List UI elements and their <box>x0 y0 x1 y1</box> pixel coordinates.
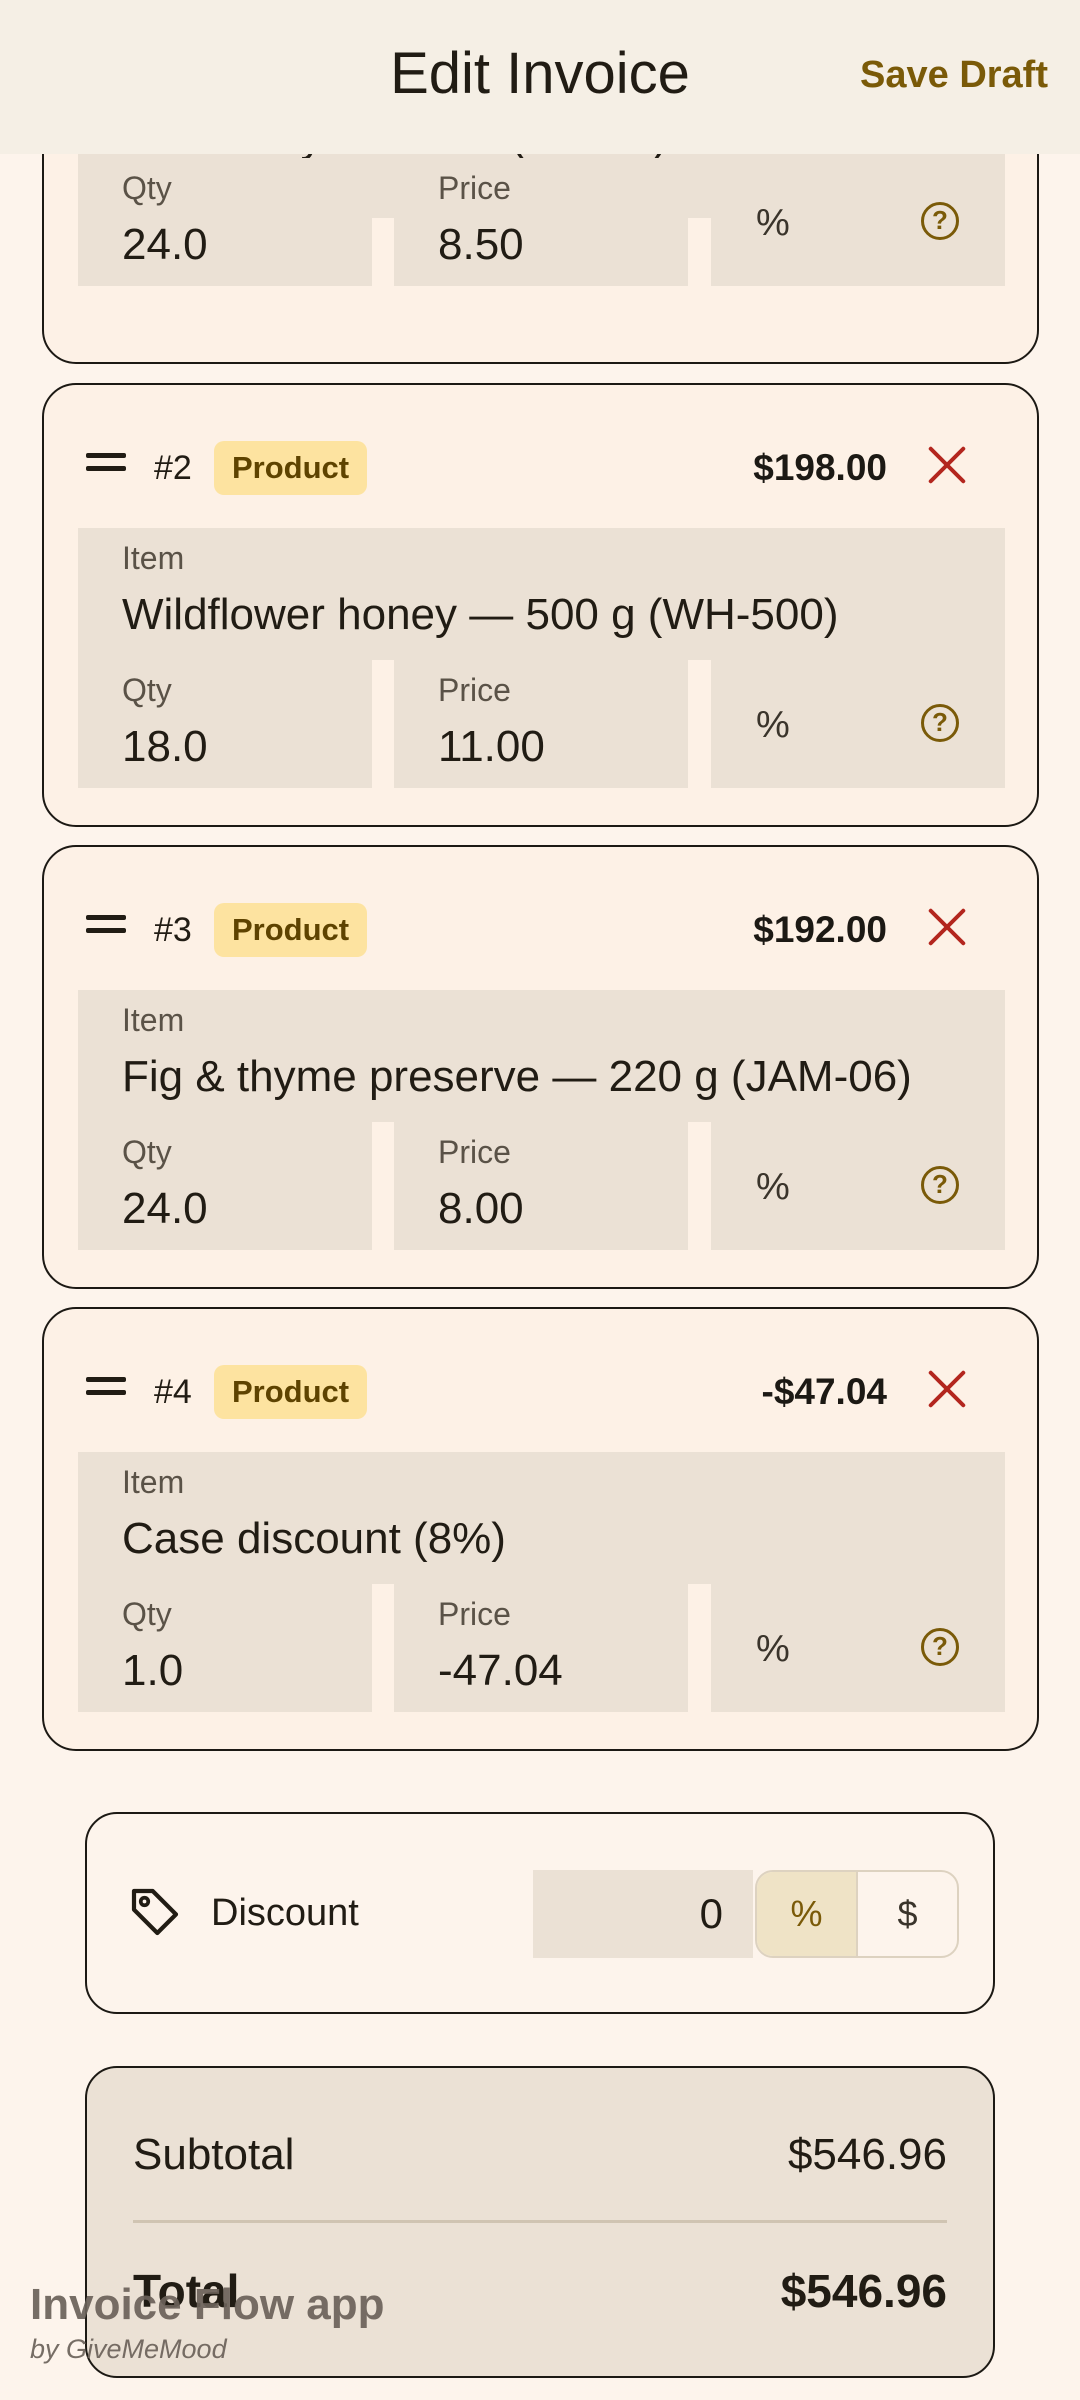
line-item-card: #3 Product $192.00 Item Fig & thyme pres… <box>42 845 1039 1289</box>
line-number: #4 <box>154 1373 192 1411</box>
price-field[interactable]: Price 8.00 <box>394 1122 688 1250</box>
invoice-discount-card: Discount 0 % $ <box>85 1812 995 2014</box>
item-value: Fig & thyme preserve — 220 g (JAM-06) <box>122 1052 912 1101</box>
item-field[interactable]: Item Case discount (8%) <box>78 1452 1005 1584</box>
item-field[interactable]: Item Wildflower honey — 500 g (WH-500) <box>78 528 1005 660</box>
item-field[interactable]: Item Fig & thyme preserve — 220 g (JAM-0… <box>78 990 1005 1122</box>
drag-handle-icon[interactable] <box>86 915 126 935</box>
help-circle-icon[interactable]: ? <box>921 704 959 742</box>
watermark-title: Invoice Flow app <box>30 2280 385 2329</box>
subtotal-label: Subtotal <box>133 2130 295 2179</box>
line-item-card: #2 Product $198.00 Item Wildflower honey… <box>42 383 1039 827</box>
line-amount: $198.00 <box>753 447 887 488</box>
price-label: Price <box>438 1134 511 1170</box>
price-field[interactable]: Price 8.50 <box>394 158 688 286</box>
divider <box>133 2220 947 2223</box>
qty-label: Qty <box>122 672 172 708</box>
invoice-scroll-area[interactable]: Hot honey — 12 oz (HH-12) — batch 2026 Q… <box>0 0 1080 2400</box>
price-value: -47.04 <box>438 1646 563 1695</box>
line-number: #3 <box>154 911 192 949</box>
discount-value: 0 <box>699 1890 723 1937</box>
close-icon[interactable] <box>925 905 969 949</box>
line-amount: $192.00 <box>753 909 887 950</box>
price-field[interactable]: Price 11.00 <box>394 660 688 788</box>
subtotal-value: $546.96 <box>787 2130 947 2179</box>
discount-mode-toggle[interactable]: % $ <box>755 1870 959 1958</box>
discount-percent-field[interactable]: % ? <box>711 660 1005 788</box>
help-circle-icon[interactable]: ? <box>921 1166 959 1204</box>
item-label: Item <box>122 1464 185 1500</box>
item-type-chip[interactable]: Product <box>214 903 368 957</box>
drag-handle-icon[interactable] <box>86 453 126 473</box>
price-label: Price <box>438 1596 511 1632</box>
percent-label: % <box>756 1166 790 1208</box>
discount-label: Discount <box>211 1892 359 1934</box>
item-label: Item <box>122 540 185 576</box>
discount-mode-percent[interactable]: % <box>757 1872 858 1956</box>
item-type-chip[interactable]: Product <box>214 441 368 495</box>
price-label: Price <box>438 672 511 708</box>
qty-value: 24.0 <box>122 1184 208 1233</box>
qty-label: Qty <box>122 170 172 206</box>
close-icon[interactable] <box>925 443 969 487</box>
qty-label: Qty <box>122 1134 172 1170</box>
item-label: Item <box>122 1002 185 1038</box>
percent-label: % <box>756 202 790 244</box>
line-amount: -$47.04 <box>761 1371 888 1412</box>
watermark: Invoice Flow app by GiveMeMood <box>30 2280 385 2365</box>
qty-value: 1.0 <box>122 1646 184 1695</box>
line-number: #2 <box>154 449 192 487</box>
discount-mode-dollar[interactable]: $ <box>858 1872 957 1956</box>
help-circle-icon[interactable]: ? <box>921 202 959 240</box>
discount-percent-field[interactable]: % ? <box>711 1584 1005 1712</box>
price-value: 11.00 <box>438 722 545 771</box>
total-value: $546.96 <box>780 2265 947 2317</box>
percent-label: % <box>756 704 790 746</box>
line-item-card: #4 Product -$47.04 Item Case discount (8… <box>42 1307 1039 1751</box>
watermark-byline: by GiveMeMood <box>30 2334 227 2364</box>
qty-field[interactable]: Qty 24.0 <box>78 1122 372 1250</box>
help-circle-icon[interactable]: ? <box>921 1628 959 1666</box>
discount-input[interactable]: 0 <box>533 1870 753 1958</box>
item-value: Wildflower honey — 500 g (WH-500) <box>122 590 839 639</box>
close-icon[interactable] <box>925 1367 969 1411</box>
price-field[interactable]: Price -47.04 <box>394 1584 688 1712</box>
qty-field[interactable]: Qty 1.0 <box>78 1584 372 1712</box>
qty-label: Qty <box>122 1596 172 1632</box>
discount-percent-field[interactable]: % ? <box>711 1122 1005 1250</box>
qty-field[interactable]: Qty 18.0 <box>78 660 372 788</box>
price-label: Price <box>438 170 511 206</box>
discount-percent-field[interactable]: % ? <box>711 158 1005 286</box>
line-item-header: #3 Product $192.00 <box>44 847 1037 987</box>
percent-label: % <box>756 1628 790 1670</box>
top-app-bar: Edit Invoice Save Draft <box>0 0 1080 154</box>
line-item-header: #4 Product -$47.04 <box>44 1309 1037 1449</box>
line-item-header: #2 Product $198.00 <box>44 385 1037 525</box>
drag-handle-icon[interactable] <box>86 1377 126 1397</box>
price-value: 8.50 <box>438 220 524 269</box>
item-value: Case discount (8%) <box>122 1514 506 1563</box>
qty-value: 18.0 <box>122 722 208 771</box>
save-draft-button[interactable]: Save Draft <box>860 54 1048 97</box>
item-type-chip[interactable]: Product <box>214 1365 368 1419</box>
qty-field[interactable]: Qty 24.0 <box>78 158 372 286</box>
price-value: 8.00 <box>438 1184 524 1233</box>
qty-value: 24.0 <box>122 220 208 269</box>
tag-icon <box>131 1888 179 1936</box>
